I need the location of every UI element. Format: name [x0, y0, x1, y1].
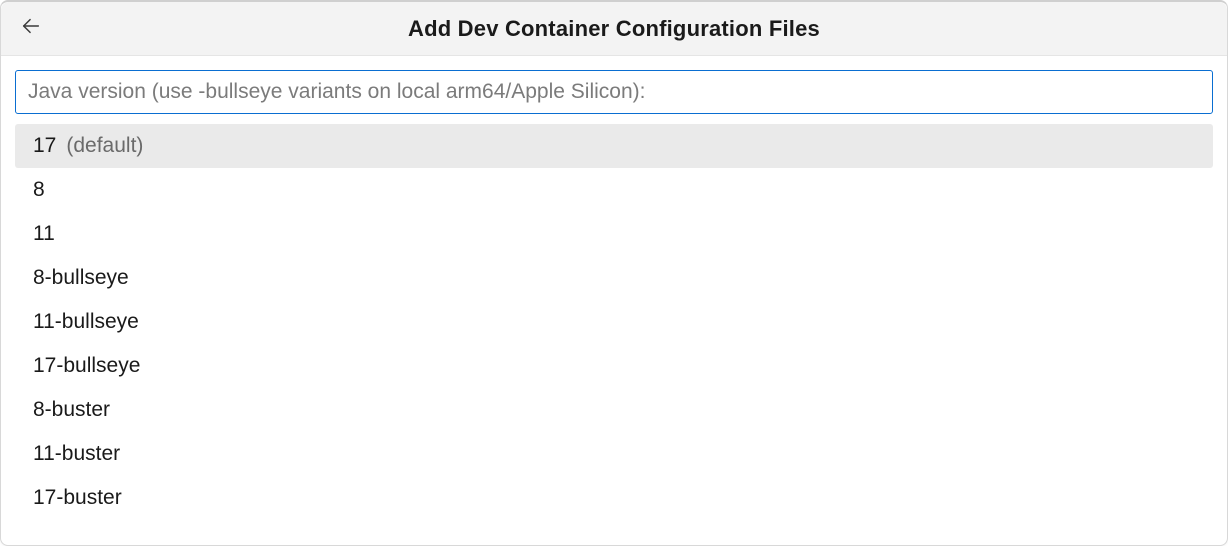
- quickpick-header: Add Dev Container Configuration Files: [1, 2, 1227, 56]
- quickpick-panel: Add Dev Container Configuration Files 17…: [0, 0, 1228, 546]
- list-item[interactable]: 8: [15, 168, 1213, 212]
- list-item[interactable]: 17(default): [15, 124, 1213, 168]
- quickpick-input-wrap: [1, 56, 1227, 124]
- list-item-label: 17-bullseye: [33, 344, 140, 388]
- list-item[interactable]: 11: [15, 212, 1213, 256]
- back-button[interactable]: [17, 15, 45, 43]
- list-item[interactable]: 11-buster: [15, 432, 1213, 476]
- list-item-label: 8-buster: [33, 388, 110, 432]
- list-item[interactable]: 11-bullseye: [15, 300, 1213, 344]
- list-item[interactable]: 17-buster: [15, 476, 1213, 520]
- quickpick-input[interactable]: [15, 70, 1213, 114]
- quickpick-title: Add Dev Container Configuration Files: [408, 16, 820, 42]
- list-item-label: 11-bullseye: [33, 300, 139, 344]
- list-item-label: 11: [33, 212, 55, 256]
- list-item-label: 17: [33, 124, 56, 168]
- quickpick-list: 17(default)8118-bullseye11-bullseye17-bu…: [1, 124, 1227, 545]
- list-item-label: 11-buster: [33, 432, 120, 476]
- list-item[interactable]: 8-buster: [15, 388, 1213, 432]
- list-item-label: 17-buster: [33, 476, 122, 520]
- arrow-left-icon: [20, 15, 42, 42]
- list-item-hint: (default): [66, 124, 143, 168]
- list-item-label: 8: [33, 168, 45, 212]
- list-item-label: 8-bullseye: [33, 256, 129, 300]
- list-item[interactable]: 8-bullseye: [15, 256, 1213, 300]
- list-item[interactable]: 17-bullseye: [15, 344, 1213, 388]
